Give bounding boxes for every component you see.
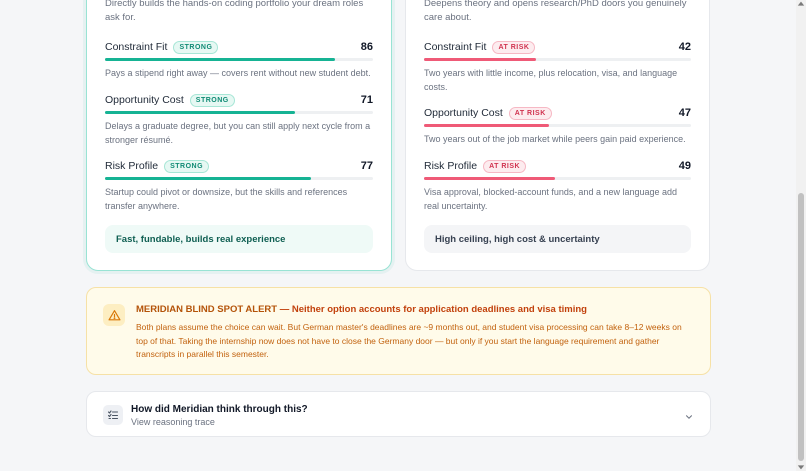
metric-name: Constraint Fit xyxy=(105,41,168,53)
alert-heading: MERIDIAN BLIND SPOT ALERT xyxy=(136,304,278,315)
score-bar xyxy=(424,124,691,127)
strong-badge: STRONG xyxy=(189,93,235,107)
blind-spot-alert: MERIDIAN BLIND SPOT ALERT — Neither opti… xyxy=(86,287,711,375)
warning-icon xyxy=(103,304,125,326)
at-risk-badge: AT RISK xyxy=(483,159,527,173)
metric-score: 42 xyxy=(678,41,691,53)
at-risk-badge: AT RISK xyxy=(492,40,536,54)
metric-name: Opportunity Cost xyxy=(424,107,503,119)
metric-score: 77 xyxy=(360,160,373,172)
page-scrollbar[interactable] xyxy=(796,0,806,471)
option-card-masters: Deepens theory and opens research/PhD do… xyxy=(405,0,710,271)
score-bar xyxy=(105,58,373,61)
metric-opportunity-cost: Opportunity Cost AT RISK 47 Two years ou… xyxy=(424,105,691,147)
metric-constraint-fit: Constraint Fit STRONG 86 Pays a stipend … xyxy=(105,39,373,81)
metric-description: Two years with little income, plus reloc… xyxy=(424,68,678,92)
score-bar-fill xyxy=(424,58,537,61)
page: Directly builds the hands-on coding port… xyxy=(0,0,806,471)
score-bar-fill xyxy=(105,58,336,61)
scroll-up-icon[interactable] xyxy=(797,0,805,8)
chevron-down-icon[interactable] xyxy=(684,409,694,427)
strong-badge: STRONG xyxy=(173,40,219,54)
metric-opportunity-cost: Opportunity Cost STRONG 71 Delays a grad… xyxy=(105,92,373,147)
option-summary: Fast, fundable, builds real experience xyxy=(105,225,373,253)
metric-name: Risk Profile xyxy=(105,160,159,172)
score-bar-fill xyxy=(105,111,296,114)
scroll-down-icon[interactable] xyxy=(797,463,805,471)
metric-name: Constraint Fit xyxy=(424,41,487,53)
reasoning-trace-toggle[interactable]: How did Meridian think through this? Vie… xyxy=(86,391,711,437)
list-check-icon xyxy=(103,405,123,425)
strong-badge: STRONG xyxy=(164,159,210,173)
score-bar xyxy=(424,177,691,180)
at-risk-badge: AT RISK xyxy=(508,106,552,120)
trace-subtitle: View reasoning trace xyxy=(131,417,215,427)
score-bar xyxy=(424,58,691,61)
metric-description: Two years out of the job market while pe… xyxy=(424,134,686,144)
metric-score: 47 xyxy=(678,107,691,119)
metric-risk-profile: Risk Profile AT RISK 49 Visa approval, b… xyxy=(424,158,691,213)
trace-title: How did Meridian think through this? xyxy=(131,404,308,415)
scrollbar-thumb[interactable] xyxy=(798,193,804,461)
metric-description: Delays a graduate degree, but you can st… xyxy=(105,121,371,145)
metric-risk-profile: Risk Profile STRONG 77 Startup could piv… xyxy=(105,158,373,213)
option-card-internship: Directly builds the hands-on coding port… xyxy=(86,0,392,271)
option-intro: Directly builds the hands-on coding port… xyxy=(105,0,364,23)
score-bar-fill xyxy=(424,177,555,180)
option-summary: High ceiling, high cost & uncertainty xyxy=(424,225,691,253)
option-intro: Deepens theory and opens research/PhD do… xyxy=(424,0,687,23)
metric-score: 49 xyxy=(678,160,691,172)
metric-description: Visa approval, blocked-account funds, an… xyxy=(424,187,678,211)
score-bar-fill xyxy=(105,177,312,180)
score-bar xyxy=(105,111,373,114)
score-bar xyxy=(105,177,373,180)
metric-description: Pays a stipend right away — covers rent … xyxy=(105,68,371,78)
metric-name: Opportunity Cost xyxy=(105,94,184,106)
metric-description: Startup could pivot or downsize, but the… xyxy=(105,187,348,211)
score-bar-fill xyxy=(424,124,550,127)
metric-name: Risk Profile xyxy=(424,160,478,172)
metric-score: 71 xyxy=(360,94,373,106)
metric-constraint-fit: Constraint Fit AT RISK 42 Two years with… xyxy=(424,39,691,94)
alert-title: MERIDIAN BLIND SPOT ALERT — Neither opti… xyxy=(136,304,587,315)
alert-body: Both plans assume the choice can wait. B… xyxy=(136,322,682,359)
metric-score: 86 xyxy=(360,41,373,53)
alert-subtitle: — Neither option accounts for applicatio… xyxy=(277,304,587,315)
